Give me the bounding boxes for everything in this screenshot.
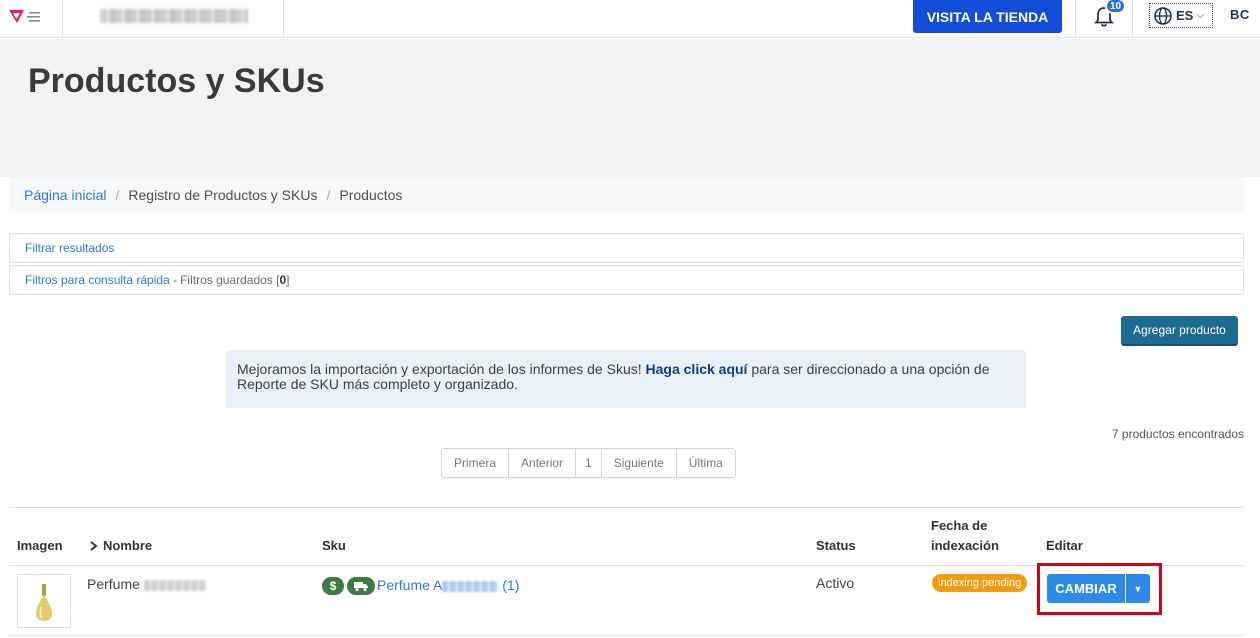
vtex-logo-icon[interactable] [8,7,44,27]
pagination: Primera Anterior 1 Siguiente Última [441,448,736,478]
column-header-image: Imagen [17,538,63,553]
language-selector[interactable]: ES ⌵ [1149,3,1213,28]
top-bar: VISITA LA TIENDA 10 ES ⌵ BC [0,0,1260,38]
pagination-last[interactable]: Última [676,449,735,477]
topbar-divider [62,0,63,38]
change-button[interactable]: CAMBIAR [1047,574,1125,603]
language-code: ES [1176,8,1194,23]
saved-filters-text: Filtros guardados [ [180,273,280,287]
filter-results-panel[interactable]: Filtrar resultados [9,233,1244,263]
pagination-first[interactable]: Primera [442,449,510,477]
sku-name-blurred [442,580,499,592]
page-title: Productos y SKUs [28,62,325,100]
table-top-border [9,507,1244,508]
topbar-divider [1132,0,1133,38]
breadcrumb-item-productos: Productos [339,187,403,203]
price-icon[interactable]: $ [322,577,344,595]
pagination-previous[interactable]: Anterior [509,449,577,477]
breadcrumb: Página inicial / Registro de Productos y… [9,177,1244,213]
product-name[interactable]: Perfume [87,576,206,592]
topbar-divider [283,0,284,38]
quick-filters-panel[interactable]: Filtros para consulta rápida - Filtros g… [9,265,1244,295]
notification-count-badge: 10 [1105,0,1127,14]
account-name-blurred[interactable] [100,9,248,23]
saved-filters-close: ] [286,273,290,287]
index-date-line1: Fecha de [931,518,988,533]
column-header-name-label: Nombre [103,538,153,553]
truck-icon[interactable] [347,577,375,595]
breadcrumb-item-registro: Registro de Productos y SKUs [128,187,318,203]
sku-link[interactable]: Perfume A (1) [377,577,519,593]
topbar-divider [1075,0,1076,38]
product-thumbnail[interactable] [17,574,71,628]
table-bottom-border [9,635,1244,636]
saved-filters-label: Filtros guardados [0] [180,273,289,287]
column-header-index-date: Fecha de indexación [931,516,999,556]
notice-link[interactable]: Haga click aquí [646,361,748,377]
globe-icon [1154,6,1172,25]
column-header-name[interactable]: Nombre [89,536,152,556]
quick-filters-link[interactable]: Filtros para consulta rápida - [25,273,177,287]
chevron-right-icon [90,541,98,551]
notice-banner: Mejoramos la importación y exportación d… [226,350,1026,408]
indexing-status-badge: indexing pending [932,574,1028,592]
visit-store-button[interactable]: VISITA LA TIENDA [913,0,1062,33]
product-status: Activo [816,575,855,591]
add-product-button[interactable]: Agregar producto [1121,316,1238,344]
column-header-status: Status [816,538,856,553]
pagination-page-1[interactable]: 1 [576,449,602,477]
chevron-down-icon: ⌵ [1196,10,1204,21]
breadcrumb-separator: / [115,187,120,203]
caret-down-icon[interactable]: ▼ [1126,574,1150,603]
column-header-edit: Editar [1046,538,1083,553]
results-count: 7 productos encontrados [1111,427,1244,441]
filter-results-link[interactable]: Filtrar resultados [25,241,114,255]
breadcrumb-home-link[interactable]: Página inicial [24,187,107,203]
product-name-blurred [143,579,206,591]
index-date-line2: indexación [931,538,999,553]
breadcrumb-separator: / [326,187,331,203]
notice-text-before: Mejoramos la importación y exportación d… [237,361,646,377]
truck-shape [354,581,368,591]
sku-name-prefix: Perfume A [377,577,443,593]
perfume-bottle-image [36,584,52,621]
column-header-sku: Sku [322,538,346,553]
user-avatar[interactable]: BC [1230,7,1250,22]
product-name-text: Perfume [87,576,140,592]
page-header [0,39,1260,177]
sku-count: (1) [502,577,520,593]
pagination-next[interactable]: Siguiente [601,449,677,477]
